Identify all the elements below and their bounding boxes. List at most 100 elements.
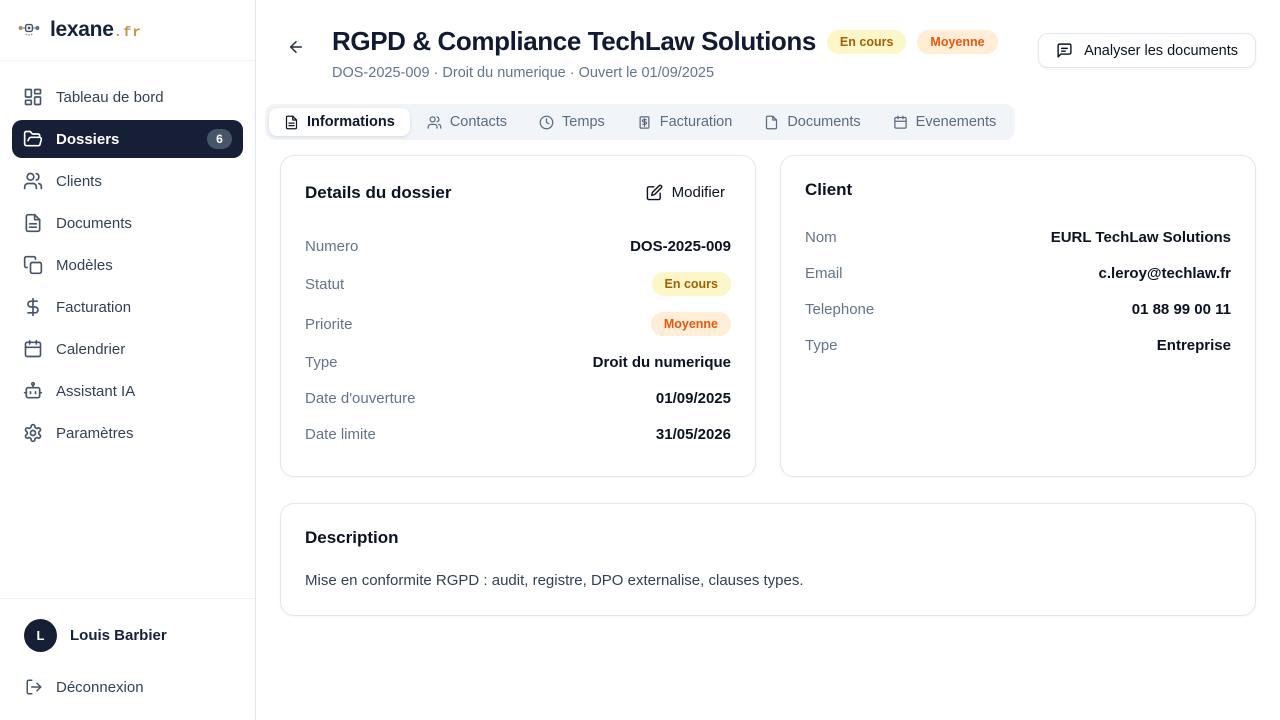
detail-row-type: Type Droit du numerique (305, 344, 731, 380)
receipt-dollar-icon (637, 115, 652, 130)
user-name: Louis Barbier (70, 627, 167, 644)
card-title: Client (805, 180, 852, 200)
tab-contacts[interactable]: Contacts (412, 108, 522, 136)
analyze-documents-label: Analyser les documents (1084, 43, 1238, 59)
description-card: Description Mise en conformite RGPD : au… (280, 503, 1256, 616)
tab-facturation[interactable]: Facturation (622, 108, 748, 136)
clock-icon (539, 115, 554, 130)
row-value: Droit du numerique (593, 354, 731, 371)
sidebar-nav: Tableau de bord Dossiers 6 Clients Docum… (0, 61, 255, 598)
calendar-icon (893, 115, 908, 130)
tab-label: Evenements (916, 114, 997, 130)
row-label: Statut (305, 276, 344, 293)
sidebar-item-dossiers[interactable]: Dossiers 6 (12, 120, 243, 158)
file-text-icon (284, 115, 299, 130)
sidebar-item-clients[interactable]: Clients (12, 162, 243, 200)
copy-icon (23, 255, 43, 275)
row-label: Date d'ouverture (305, 390, 415, 407)
dossiers-count-badge: 6 (207, 129, 232, 149)
sidebar-item-documents[interactable]: Documents (12, 204, 243, 242)
edit-label: Modifier (672, 184, 725, 201)
client-row-nom: Nom EURL TechLaw Solutions (805, 219, 1231, 255)
file-text-icon (23, 213, 43, 233)
sidebar-footer: L Louis Barbier Déconnexion (0, 598, 255, 720)
tab-temps[interactable]: Temps (524, 108, 620, 136)
detail-row-date-ouverture: Date d'ouverture 01/09/2025 (305, 380, 731, 416)
sidebar-item-label: Dossiers (56, 131, 119, 148)
status-badge: En cours (827, 30, 907, 54)
sidebar-item-label: Tableau de bord (56, 89, 164, 106)
sidebar-item-label: Clients (56, 173, 102, 190)
card-title: Description (305, 528, 1231, 548)
sidebar-item-calendrier[interactable]: Calendrier (12, 330, 243, 368)
row-label: Nom (805, 229, 837, 246)
sidebar-item-parametres[interactable]: Paramètres (12, 414, 243, 452)
sidebar-item-label: Paramètres (56, 425, 134, 442)
sidebar-item-label: Calendrier (56, 341, 125, 358)
arrow-left-icon (287, 38, 305, 56)
sidebar-item-label: Documents (56, 215, 132, 232)
card-title: Details du dossier (305, 183, 451, 203)
dashboard-icon (23, 87, 43, 107)
brand-tld: .fr (114, 25, 142, 41)
detail-row-date-limite: Date limite 31/05/2026 (305, 416, 731, 452)
sidebar-item-tableau-de-bord[interactable]: Tableau de bord (12, 78, 243, 116)
tab-label: Contacts (450, 114, 507, 130)
tab-label: Documents (787, 114, 860, 130)
sidebar-item-label: Assistant IA (56, 383, 135, 400)
row-label: Priorite (305, 316, 353, 333)
row-value: c.leroy@techlaw.fr (1099, 265, 1231, 282)
pen-square-icon (646, 184, 663, 201)
row-label: Date limite (305, 426, 376, 443)
gear-icon (23, 423, 43, 443)
detail-row-numero: Numero DOS-2025-009 (305, 228, 731, 264)
case-details-card: Details du dossier Modifier Numero DOS-2… (280, 155, 756, 477)
tab-label: Temps (562, 114, 605, 130)
row-value: 01/09/2025 (656, 390, 731, 407)
row-value: DOS-2025-009 (630, 238, 731, 255)
row-value: 01 88 99 00 11 (1132, 301, 1231, 318)
client-row-type: Type Entreprise (805, 327, 1231, 363)
tab-evenements[interactable]: Evenements (878, 108, 1012, 136)
sidebar-item-assistant-ia[interactable]: Assistant IA (12, 372, 243, 410)
back-button[interactable] (280, 31, 312, 63)
sidebar-item-label: Modèles (56, 257, 113, 274)
main-content: RGPD & Compliance TechLaw Solutions En c… (256, 0, 1280, 720)
logout-icon (25, 678, 43, 696)
file-icon (764, 115, 779, 130)
user-profile: L Louis Barbier (24, 619, 231, 652)
edit-button[interactable]: Modifier (640, 180, 731, 205)
detail-row-priorite: Priorite Moyenne (305, 304, 731, 344)
sidebar-item-label: Facturation (56, 299, 131, 316)
users-icon (427, 115, 442, 130)
brand-name: lexane (50, 18, 114, 41)
tab-informations[interactable]: Informations (269, 108, 410, 136)
avatar: L (24, 619, 57, 652)
tab-bar: Informations Contacts Temps Facturation … (265, 104, 1015, 140)
folder-open-icon (23, 129, 43, 149)
users-icon (23, 171, 43, 191)
tab-label: Informations (307, 114, 395, 130)
tab-documents[interactable]: Documents (749, 108, 875, 136)
logout-label: Déconnexion (56, 679, 144, 696)
message-square-text-icon (1056, 42, 1073, 59)
analyze-documents-button[interactable]: Analyser les documents (1038, 33, 1256, 68)
bot-icon (23, 381, 43, 401)
logout-button[interactable]: Déconnexion (24, 678, 144, 696)
row-label: Type (305, 354, 338, 371)
row-label: Telephone (805, 301, 874, 318)
client-row-telephone: Telephone 01 88 99 00 11 (805, 291, 1231, 327)
sidebar-item-modeles[interactable]: Modèles (12, 246, 243, 284)
row-value: Entreprise (1157, 337, 1231, 354)
brand-logo: lexane.fr (0, 0, 255, 61)
status-badge: En cours (652, 272, 732, 296)
tab-label: Facturation (660, 114, 733, 130)
sidebar-item-facturation[interactable]: Facturation (12, 288, 243, 326)
lexane-network-icon (17, 18, 41, 42)
detail-row-statut: Statut En cours (305, 264, 731, 304)
page-title: RGPD & Compliance TechLaw Solutions (332, 26, 816, 57)
client-card: Client Nom EURL TechLaw Solutions Email … (780, 155, 1256, 477)
row-label: Type (805, 337, 838, 354)
page-header: RGPD & Compliance TechLaw Solutions En c… (280, 26, 1256, 81)
breadcrumb-subtitle: DOS-2025-009 · Droit du numerique · Ouve… (332, 65, 998, 81)
